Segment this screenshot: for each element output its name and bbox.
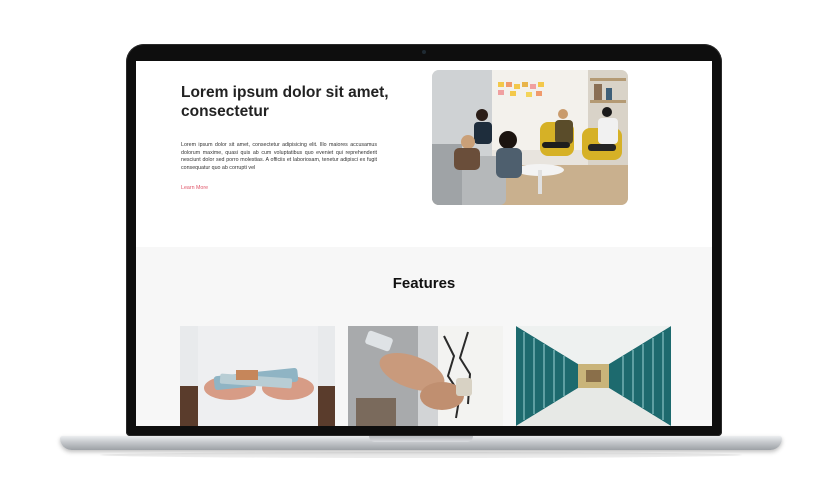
feature-card-server-room[interactable] (516, 326, 671, 426)
features-section: Features (136, 247, 712, 426)
laptop-shadow (100, 452, 742, 458)
laptop-base (60, 436, 782, 450)
camera-icon (422, 50, 426, 54)
hero-photo-meeting (432, 70, 628, 205)
feature-card-phone[interactable] (348, 326, 503, 426)
laptop-screen: Lorem ipsum dolor sit amet, consectetur … (136, 61, 712, 426)
hero-title: Lorem ipsum dolor sit amet, consectetur (181, 84, 389, 120)
hero-section: Lorem ipsum dolor sit amet, consectetur … (136, 61, 712, 247)
feature-card-money[interactable] (180, 326, 335, 426)
features-title: Features (392, 275, 456, 292)
laptop-base-notch (369, 436, 473, 442)
laptop-lid: Lorem ipsum dolor sit amet, consectetur … (126, 44, 722, 436)
learn-more-link[interactable]: Learn More (181, 185, 208, 191)
hero-body-text: Lorem ipsum dolor sit amet, consectetur … (181, 142, 377, 171)
